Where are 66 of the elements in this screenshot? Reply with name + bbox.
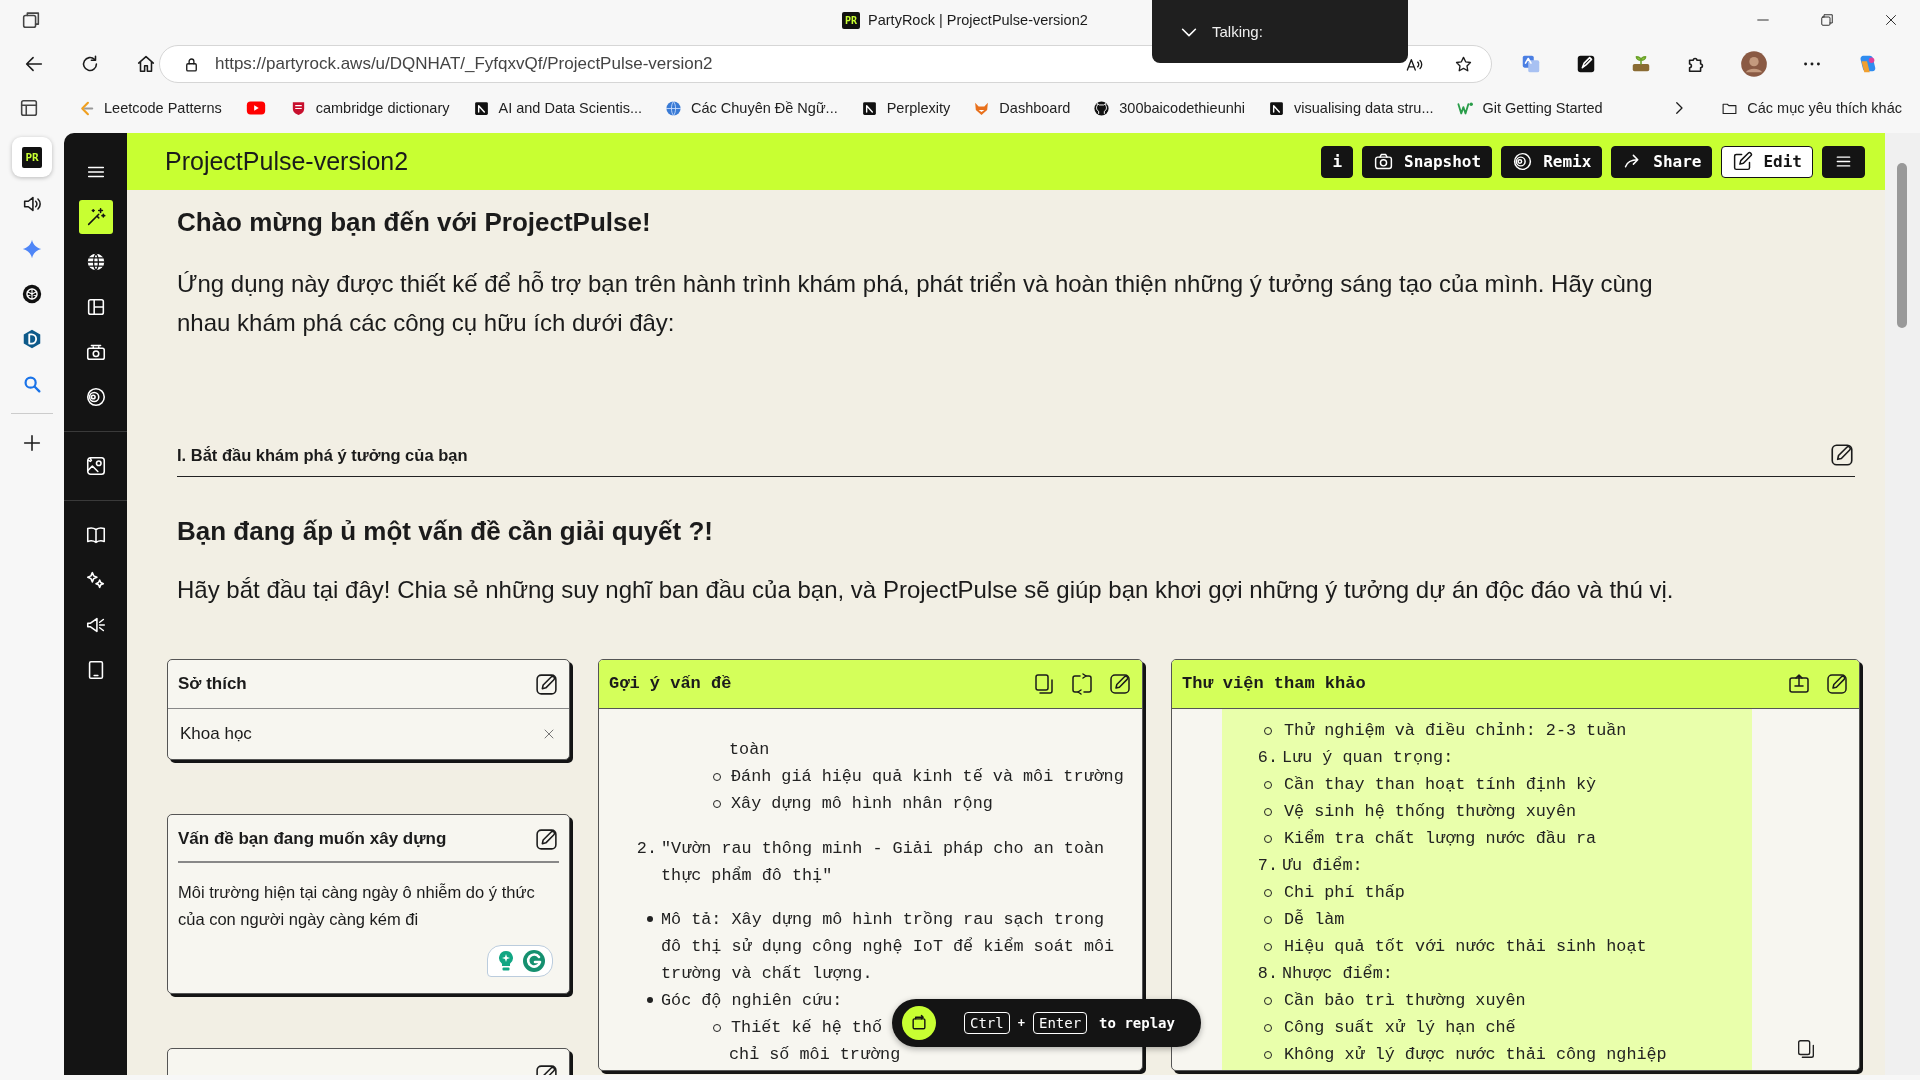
welcome-title: Chào mừng bạn đến với ProjectPulse! (177, 206, 652, 239)
card-title: Thư viện tham khảo (1182, 673, 1367, 695)
question-paragraph: Hãy bắt đầu tại đây! Chia sẻ những suy nghĩ ban đầu của bạn, và ProjectPulse sẽ giúp bạn khơi gợi những ý tưởng dự án độc đáo và thú vị. (177, 575, 1675, 605)
bookmark[interactable]: Các Chuyên Đề Ngữ... (664, 99, 838, 117)
list-item-text: Mô tả: Xây dựng mô hình trồng rau sạch trong đô thị sử dụng công nghệ IoT để kiểm soát môi trường và chất lượng. (661, 909, 1116, 985)
list-item-text: Vệ sinh hệ thống thường xuyên (1284, 801, 1577, 823)
list-item-text: Nhược điểm: (1282, 963, 1393, 985)
text-area[interactable]: Môi trường hiện tại càng ngày ô nhiễm do ý thức của con người ngày càng kém đi (168, 863, 569, 993)
bookmark[interactable]: 300baicodethieunhi (1093, 99, 1246, 117)
list-number: 7. (1256, 855, 1278, 877)
list-item-text: Công suất xử lý hạn chế (1284, 1017, 1516, 1039)
bookmark[interactable]: AI and Data Scientis... (472, 99, 642, 117)
list-item-text: Thiết kế hệ thố (731, 1017, 883, 1039)
section-label: I. Bắt đầu khám phá ý tưởng của bạn (177, 445, 468, 466)
tab-favicon: PR (842, 11, 861, 29)
list-item-text: Hiệu quả tốt với nước thải sinh hoạt (1284, 936, 1647, 958)
question-title: Bạn đang ấp ủ một vấn đề cần giải quyết ?! (177, 515, 714, 548)
app-title: ProjectPulse-version2 (165, 147, 409, 176)
list-item-text: Đánh giá hiệu quả kinh tế và môi trường (731, 766, 1124, 788)
app-tile[interactable]: PR (12, 137, 52, 177)
key-cap: Ctrl (964, 1012, 1010, 1034)
bookmark[interactable]: Git Getting Started (1456, 99, 1603, 117)
list-item-text: Xây dựng mô hình nhân rộng (731, 793, 993, 815)
bookmark[interactable]: Leetcode Patterns (78, 99, 222, 117)
list-item-text: Cần bảo trì thường xuyên (1284, 990, 1526, 1012)
card-title: Sở thích (178, 674, 247, 694)
list-item-text: Thử nghiệm và điều chỉnh: 2-3 tuần (1284, 720, 1627, 742)
list-number: 2. (635, 838, 657, 860)
remix-button[interactable]: Remix (1501, 145, 1603, 178)
list-item-text: toàn (729, 739, 770, 761)
list-item-text: Chi phí thấp (1284, 882, 1405, 904)
list-item-text: Góc độ nghiên cứu: (661, 990, 843, 1012)
bookmark[interactable]: Perplexity (860, 99, 951, 117)
list-item-text: Ưu điểm: (1282, 855, 1363, 877)
edit-button[interactable]: Edit (1721, 145, 1813, 178)
snapshot-button[interactable]: Snapshot (1362, 145, 1493, 178)
app-logo: PR (22, 146, 42, 168)
intro-paragraph: Ứng dụng này được thiết kế để hỗ trợ bạn trên hành trình khám phá, phát triển và hoàn thiện những ý tưởng sáng tạo của mình. Hãy cùng nhau khám phá các công cụ hữu ích dưới đây: (177, 269, 1654, 338)
list-item-text: Lưu ý quan trọng: (1282, 747, 1454, 769)
tag-value: Khoa học (180, 724, 252, 744)
share-button[interactable]: Share (1611, 145, 1713, 178)
list-item-text: Cần thay than hoạt tính định kỳ (1284, 774, 1597, 796)
talking-label: Talking: (1212, 23, 1263, 40)
list-number: 8. (1256, 963, 1278, 985)
info-button[interactable]: i (1321, 145, 1354, 178)
plus-sign: + (1017, 1016, 1025, 1030)
list-item-text: Không xử lý được nước thải công nghiệp (1284, 1044, 1667, 1066)
tab-title: PartyRock | ProjectPulse-version2 (868, 12, 1088, 28)
address-field[interactable]: https://partyrock.aws/u/DQNHAT/_FyfqxvQf/ProjectPulse-version2 (159, 45, 1492, 83)
card-title: Vấn đề bạn đang muốn xây dựng (178, 829, 447, 849)
list-item-text: Dễ làm (1284, 908, 1345, 931)
bookmark-folder[interactable]: Các mục yêu thích khác (1721, 99, 1902, 117)
card-title: Gợi ý vấn đề (609, 673, 733, 695)
key-cap: Enter (1032, 1012, 1088, 1034)
url-text: https://partyrock.aws/u/DQNHAT/_FyfqxvQf/ProjectPulse-version2 (215, 54, 713, 74)
replay-hint: to replay (1099, 1015, 1175, 1031)
text-value: Môi trường hiện tại càng ngày ô nhiễm do ý thức của con người ngày càng kém đi (178, 882, 536, 930)
browser-tab[interactable]: PR PartyRock | ProjectPulse-version2 (842, 5, 1088, 35)
bookmark[interactable]: visualising data stru... (1268, 99, 1434, 117)
tag-field[interactable]: Khoa học (168, 709, 569, 759)
list-item-text: Kiểm tra chất lượng nước đầu ra (1284, 828, 1597, 850)
list-item-text: "Vườn rau thông minh - Giải pháp cho an toàn thực phẩm đô thị" (661, 838, 1106, 887)
bookmark[interactable]: Dashboard (973, 99, 1071, 117)
bookmark[interactable]: cambridge dictionary (289, 99, 450, 117)
list-item-text: chỉ số môi trường (729, 1044, 901, 1066)
list-number: 6. (1256, 747, 1278, 769)
